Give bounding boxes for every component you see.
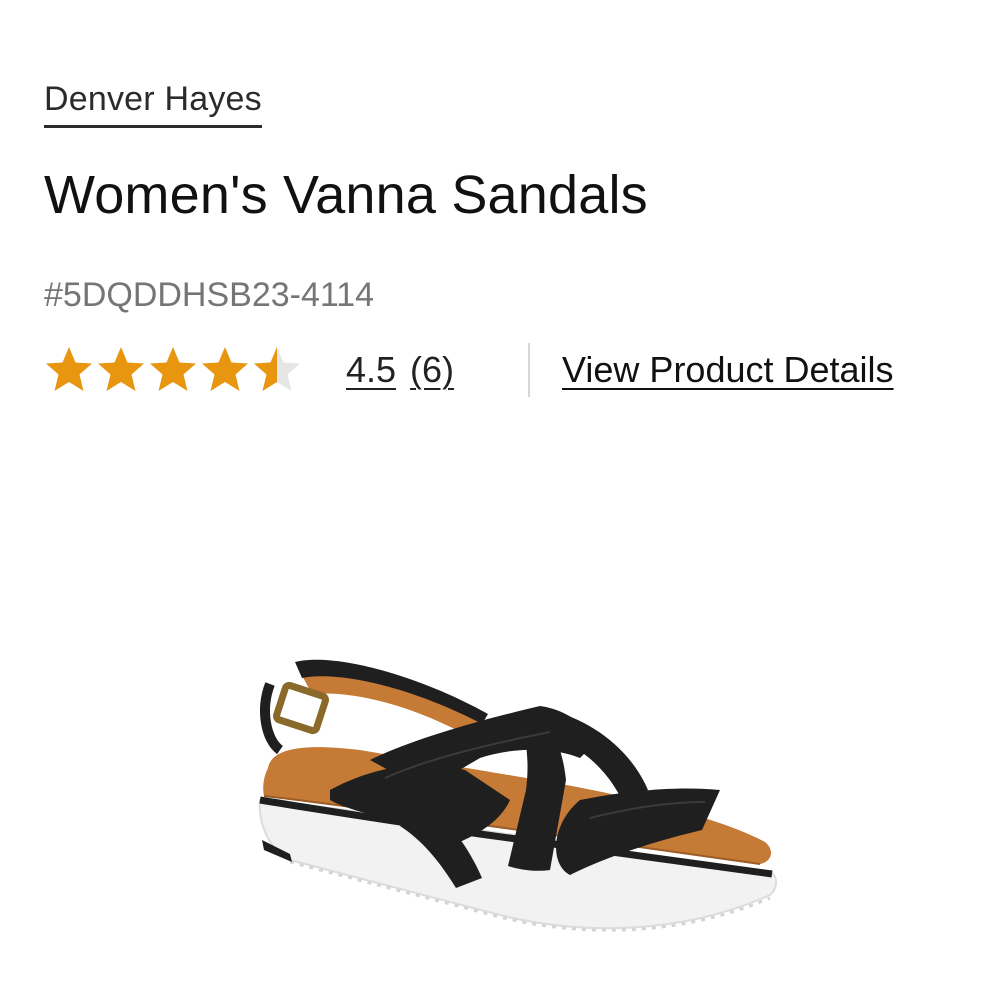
star-rating[interactable] [44,345,302,395]
divider [528,343,531,397]
star-icon [44,345,94,395]
star-icon [96,345,146,395]
product-sku: #5DQDDHSB23-4114 [44,276,375,314]
product-title: Women's Vanna Sandals [44,165,648,225]
sandal-product-image[interactable] [250,650,790,950]
star-icon [148,345,198,395]
view-product-details-link[interactable]: View Product Details [562,349,894,391]
review-count-link[interactable]: (6) [410,349,454,391]
rating-value-link[interactable]: 4.5 [346,349,396,391]
rating-row: 4.5 (6) View Product Details [44,340,894,400]
half-star-icon [252,345,302,395]
brand-link[interactable]: Denver Hayes [44,80,262,128]
star-icon [200,345,250,395]
